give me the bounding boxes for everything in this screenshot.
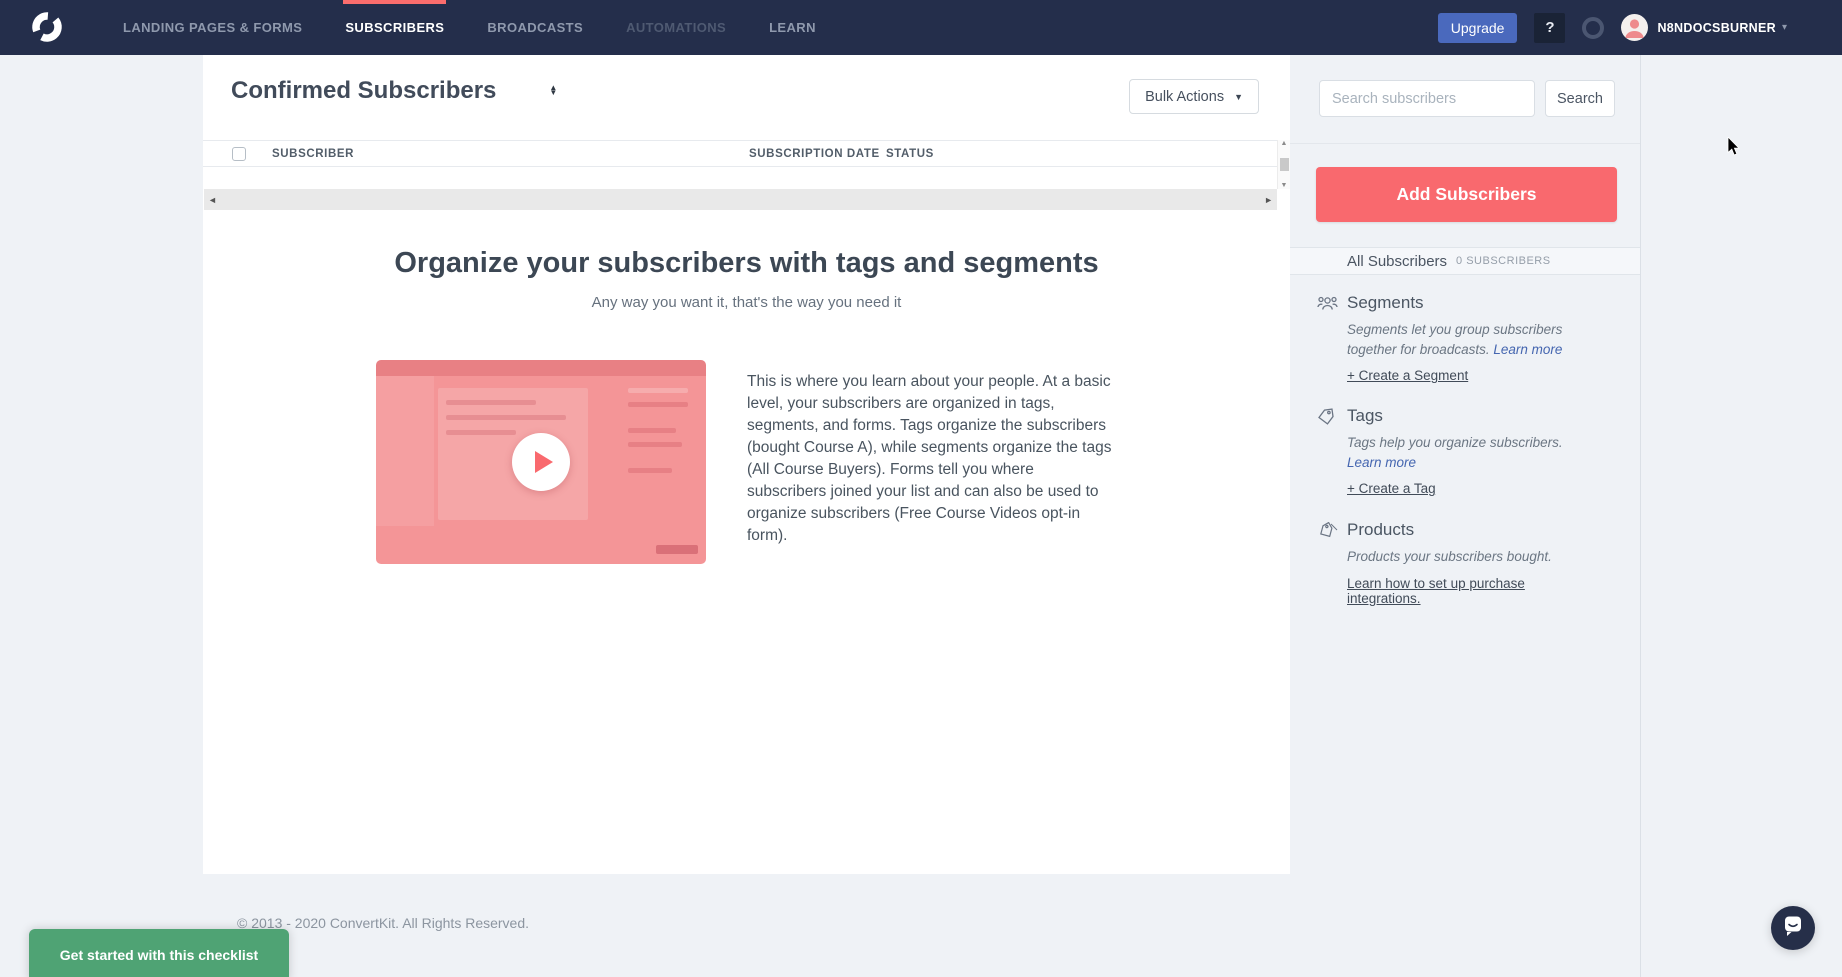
scroll-right-icon[interactable]: ► [1264, 195, 1273, 205]
nav-right-cluster: Upgrade ? N8NDOCSBURNER ▾ [1438, 0, 1787, 55]
avatar [1621, 14, 1648, 41]
nav-item-automations[interactable]: AUTOMATIONS [624, 0, 728, 55]
top-navigation: LANDING PAGES & FORMS SUBSCRIBERS BROADC… [0, 0, 1842, 55]
convertkit-subscribers-page: LANDING PAGES & FORMS SUBSCRIBERS BROADC… [0, 0, 1842, 977]
view-selector-sort-icon[interactable]: ▲ ▼ [549, 86, 557, 96]
subscribers-sidebar: Search Add Subscribers All Subscribers 0… [1290, 55, 1641, 977]
nav-item-landing-pages-forms[interactable]: LANDING PAGES & FORMS [121, 0, 304, 55]
scroll-up-icon[interactable]: ▲ [1281, 140, 1288, 147]
video-ui-rightcol [628, 388, 694, 488]
table-horizontal-scrollbar[interactable]: ◄ ► [204, 189, 1277, 210]
account-menu[interactable]: N8NDOCSBURNER ▾ [1621, 14, 1787, 41]
page-title: Confirmed Subscribers [231, 77, 496, 105]
play-icon [535, 451, 553, 473]
upgrade-button[interactable]: Upgrade [1438, 13, 1518, 43]
products-description: Products your subscribers bought. [1347, 547, 1591, 567]
search-button[interactable]: Search [1545, 80, 1615, 117]
column-header-subscription-date[interactable]: SUBSCRIPTION DATE [749, 148, 880, 160]
get-started-checklist-button[interactable]: Get started with this checklist [29, 929, 289, 977]
mouse-cursor [1727, 137, 1741, 162]
segments-description: Segments let you group subscribers toget… [1347, 320, 1591, 359]
subscribers-panel: Confirmed Subscribers ▲ ▼ Bulk Actions ▼… [203, 55, 1290, 874]
create-segment-link[interactable]: + Create a Segment [1347, 368, 1468, 383]
video-ui-line [446, 430, 516, 435]
bulk-actions-label: Bulk Actions [1145, 89, 1224, 105]
segments-people-icon [1317, 295, 1338, 314]
all-subscribers-row[interactable]: All Subscribers 0 SUBSCRIBERS [1290, 247, 1640, 275]
primary-nav: LANDING PAGES & FORMS SUBSCRIBERS BROADC… [0, 0, 818, 55]
convertkit-logo-icon[interactable] [30, 10, 64, 44]
scrollbar-thumb[interactable] [1280, 158, 1289, 171]
products-title: Products [1347, 520, 1591, 540]
hero-title: Organize your subscribers with tags and … [203, 247, 1290, 280]
play-button[interactable] [512, 433, 570, 491]
tutorial-video-thumbnail[interactable] [376, 360, 706, 564]
scroll-left-icon[interactable]: ◄ [208, 195, 217, 205]
username-label: N8NDOCSBURNER [1657, 21, 1776, 35]
price-tag-icon [1317, 522, 1338, 541]
bulk-actions-button[interactable]: Bulk Actions ▼ [1129, 79, 1259, 114]
chevron-down-icon: ▼ [1234, 92, 1243, 102]
all-subscribers-label: All Subscribers [1347, 253, 1447, 270]
nav-item-subscribers[interactable]: SUBSCRIBERS [343, 0, 446, 55]
tag-icon [1317, 408, 1338, 427]
sidebar-section-segments: Segments Segments let you group subscrib… [1290, 293, 1640, 385]
video-ui-button [656, 545, 698, 554]
search-input[interactable] [1319, 80, 1535, 117]
chat-bubble-icon [1782, 915, 1804, 942]
all-subscribers-count: 0 SUBSCRIBERS [1456, 255, 1551, 267]
nav-item-broadcasts[interactable]: BROADCASTS [485, 0, 585, 55]
select-all-checkbox[interactable] [232, 147, 246, 161]
video-ui-topbar [376, 360, 706, 376]
tags-learn-more-link[interactable]: Learn more [1347, 455, 1416, 470]
video-ui-sidebar [376, 376, 434, 526]
tags-description: Tags help you organize subscribers. Lear… [1347, 433, 1591, 472]
hero-subtitle: Any way you want it, that's the way you … [203, 294, 1290, 311]
tags-title: Tags [1347, 406, 1591, 426]
nav-item-learn[interactable]: LEARN [767, 0, 818, 55]
create-tag-link[interactable]: + Create a Tag [1347, 481, 1436, 496]
add-subscribers-button[interactable]: Add Subscribers [1316, 167, 1617, 222]
chat-launcher-button[interactable] [1771, 906, 1815, 950]
scroll-down-icon[interactable]: ▼ [1281, 182, 1288, 189]
help-button[interactable]: ? [1534, 13, 1565, 43]
hero-body-text: This is where you learn about your peopl… [747, 371, 1113, 547]
sidebar-section-tags: Tags Tags help you organize subscribers.… [1290, 406, 1640, 498]
column-header-status[interactable]: STATUS [886, 148, 934, 160]
purchase-integrations-link[interactable]: Learn how to set up purchase integration… [1347, 576, 1591, 606]
video-ui-line [446, 415, 566, 420]
column-header-subscriber[interactable]: SUBSCRIBER [272, 148, 354, 160]
sidebar-section-products: Products Products your subscribers bough… [1290, 520, 1640, 608]
video-ui-line [446, 400, 536, 405]
status-ring-icon[interactable] [1582, 17, 1604, 39]
segments-learn-more-link[interactable]: Learn more [1493, 342, 1562, 357]
sidebar-divider [1290, 143, 1640, 144]
table-vertical-scrollbar[interactable]: ▲ ▼ [1277, 140, 1290, 189]
view-title-row: Confirmed Subscribers ▲ ▼ [231, 77, 557, 105]
chevron-down-icon: ▾ [1782, 22, 1787, 33]
subscriber-table-header: SUBSCRIBER SUBSCRIPTION DATE STATUS [203, 140, 1290, 167]
segments-title: Segments [1347, 293, 1591, 313]
